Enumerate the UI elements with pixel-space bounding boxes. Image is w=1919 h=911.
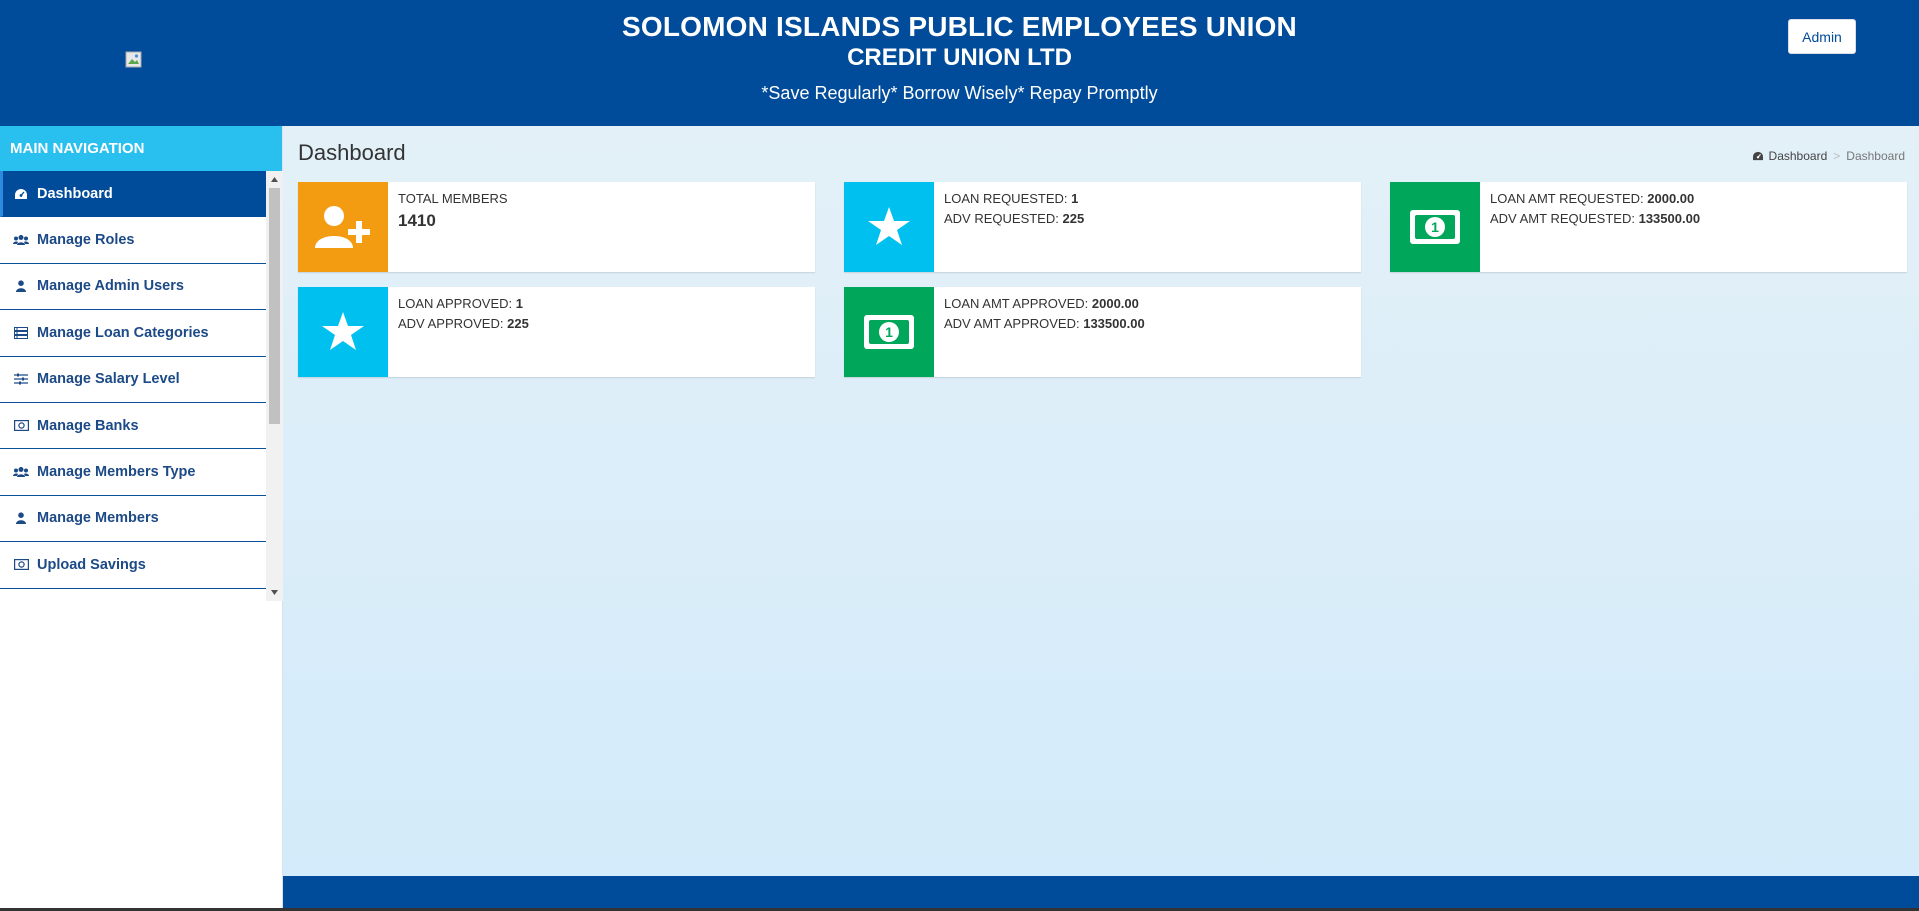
star-icon bbox=[298, 287, 388, 377]
star-icon bbox=[844, 182, 934, 272]
scroll-up-arrow-icon[interactable] bbox=[266, 171, 283, 188]
loan-approved-value: 1 bbox=[515, 296, 524, 311]
sidebar-item-manage-roles[interactable]: Manage Roles bbox=[0, 217, 266, 264]
money-icon bbox=[13, 418, 29, 434]
card-body: LOAN AMT APPROVED: 2000.00 ADV AMT APPRO… bbox=[934, 287, 1155, 377]
adv-requested-value: 225 bbox=[1062, 211, 1085, 226]
adv-amt-requested-label: ADV AMT REQUESTED: bbox=[1490, 211, 1635, 226]
sidebar-item-label: Manage Salary Level bbox=[37, 371, 180, 388]
sidebar-item-manage-admin-users[interactable]: Manage Admin Users bbox=[0, 264, 266, 311]
sidebar-scrollbar[interactable] bbox=[266, 171, 283, 601]
breadcrumb: Dashboard > Dashboard bbox=[1752, 149, 1905, 163]
sidebar: MAIN NAVIGATION Dashboard Manage Roles M… bbox=[0, 126, 283, 911]
card-body: LOAN APPROVED: 1 ADV APPROVED: 225 bbox=[388, 287, 539, 377]
adv-approved-value: 225 bbox=[507, 316, 529, 331]
loan-requested-label: LOAN REQUESTED: bbox=[944, 191, 1068, 206]
sidebar-item-manage-members-type[interactable]: Manage Members Type bbox=[0, 449, 266, 496]
sidebar-item-label: Dashboard bbox=[37, 185, 113, 202]
money-bill-icon: 1 bbox=[1390, 182, 1480, 272]
loan-requested-card: LOAN REQUESTED: 1 ADV REQUESTED: 225 bbox=[844, 182, 1361, 272]
server-icon bbox=[13, 325, 29, 341]
sidebar-item-manage-banks[interactable]: Manage Banks bbox=[0, 403, 266, 450]
users-icon bbox=[13, 232, 29, 248]
sidebar-item-label: Manage Roles bbox=[37, 232, 135, 249]
adv-requested-label: ADV REQUESTED: bbox=[944, 211, 1059, 226]
breadcrumb-home-link[interactable]: Dashboard bbox=[1752, 149, 1828, 163]
sidebar-item-dashboard[interactable]: Dashboard bbox=[0, 171, 266, 218]
adv-approved-label: ADV APPROVED: bbox=[398, 316, 504, 331]
loan-amt-requested-line: LOAN AMT REQUESTED: 2000.00 bbox=[1490, 189, 1700, 209]
org-title-line2: CREDIT UNION LTD bbox=[847, 44, 1072, 71]
sliders-icon bbox=[13, 371, 29, 387]
total-members-label: TOTAL MEMBERS bbox=[398, 191, 508, 206]
loan-amt-approved-card: 1 LOAN AMT APPROVED: 2000.00 ADV AMT APP… bbox=[844, 287, 1361, 377]
adv-approved-line: ADV APPROVED: 225 bbox=[398, 314, 529, 334]
loan-amt-approved-value: 2000.00 bbox=[1091, 296, 1139, 311]
title-block: SOLOMON ISLANDS PUBLIC EMPLOYEES UNION C… bbox=[0, 10, 1919, 104]
dashboard-icon bbox=[13, 186, 29, 202]
adv-requested-line: ADV REQUESTED: 225 bbox=[944, 209, 1084, 229]
breadcrumb-home-label: Dashboard bbox=[1768, 149, 1828, 163]
main-navigation-heading: MAIN NAVIGATION bbox=[0, 126, 282, 171]
sidebar-item-manage-loan-categories[interactable]: Manage Loan Categories bbox=[0, 310, 266, 357]
loan-amt-approved-label: LOAN AMT APPROVED: bbox=[944, 296, 1089, 311]
sidebar-item-label: Upload Savings bbox=[37, 556, 146, 573]
adv-amt-approved-line: ADV AMT APPROVED: 133500.00 bbox=[944, 314, 1145, 334]
loan-requested-value: 1 bbox=[1071, 191, 1079, 206]
total-members-value: 1410 bbox=[398, 211, 436, 230]
scroll-down-arrow-icon[interactable] bbox=[266, 584, 283, 601]
loan-approved-label: LOAN APPROVED: bbox=[398, 296, 513, 311]
scroll-thumb[interactable] bbox=[269, 188, 280, 424]
loan-amt-requested-card: 1 LOAN AMT REQUESTED: 2000.00 ADV AMT RE… bbox=[1390, 182, 1907, 272]
adv-amt-approved-value: 133500.00 bbox=[1083, 316, 1145, 331]
breadcrumb-separator: > bbox=[1833, 149, 1841, 163]
sidebar-item-label: Manage Banks bbox=[37, 417, 139, 434]
top-header: SOLOMON ISLANDS PUBLIC EMPLOYEES UNION C… bbox=[0, 0, 1919, 126]
total-members-card: TOTAL MEMBERS 1410 bbox=[298, 182, 815, 272]
svg-text:1: 1 bbox=[885, 324, 893, 340]
page-title: Dashboard bbox=[298, 140, 406, 165]
card-body: TOTAL MEMBERS 1410 bbox=[388, 182, 518, 272]
loan-requested-line: LOAN REQUESTED: 1 bbox=[944, 189, 1084, 209]
sidebar-item-label: Manage Admin Users bbox=[37, 278, 184, 295]
card-body: LOAN AMT REQUESTED: 2000.00 ADV AMT REQU… bbox=[1480, 182, 1710, 272]
svg-text:1: 1 bbox=[1431, 219, 1439, 235]
adv-amt-requested-value: 133500.00 bbox=[1638, 211, 1701, 226]
user-plus-icon bbox=[298, 182, 388, 272]
loan-amt-requested-label: LOAN AMT REQUESTED: bbox=[1490, 191, 1644, 206]
sidebar-item-manage-members[interactable]: Manage Members bbox=[0, 496, 266, 543]
user-icon bbox=[13, 510, 29, 526]
loan-approved-card: LOAN APPROVED: 1 ADV APPROVED: 225 bbox=[298, 287, 815, 377]
nav-list: Dashboard Manage Roles Manage Admin User… bbox=[0, 171, 266, 589]
money-bill-icon: 1 bbox=[844, 287, 934, 377]
adv-amt-requested-line: ADV AMT REQUESTED: 133500.00 bbox=[1490, 209, 1700, 229]
sidebar-item-upload-savings[interactable]: Upload Savings bbox=[0, 542, 266, 589]
sidebar-item-label: Manage Members bbox=[37, 510, 159, 527]
breadcrumb-current: Dashboard bbox=[1846, 149, 1905, 163]
sidebar-item-label: Manage Loan Categories bbox=[37, 324, 209, 341]
sidebar-item-label: Manage Members Type bbox=[37, 464, 196, 481]
page-footer bbox=[283, 876, 1919, 908]
tagline: *Save Regularly* Borrow Wisely* Repay Pr… bbox=[761, 83, 1158, 103]
org-title-line1: SOLOMON ISLANDS PUBLIC EMPLOYEES UNION bbox=[622, 11, 1297, 42]
adv-amt-approved-label: ADV AMT APPROVED: bbox=[944, 316, 1080, 331]
user-icon bbox=[13, 278, 29, 294]
dashboard-icon bbox=[1752, 151, 1763, 161]
main-content: Dashboard Dashboard > Dashboard TOTAL ME… bbox=[283, 126, 1919, 876]
card-body: LOAN REQUESTED: 1 ADV REQUESTED: 225 bbox=[934, 182, 1094, 272]
sidebar-item-manage-salary-level[interactable]: Manage Salary Level bbox=[0, 357, 266, 403]
money-icon bbox=[13, 557, 29, 573]
admin-button[interactable]: Admin bbox=[1788, 19, 1856, 54]
loan-amt-approved-line: LOAN AMT APPROVED: 2000.00 bbox=[944, 294, 1145, 314]
loan-approved-line: LOAN APPROVED: 1 bbox=[398, 294, 529, 314]
users-icon bbox=[13, 464, 29, 480]
nav-scroll-area: Dashboard Manage Roles Manage Admin User… bbox=[0, 171, 283, 601]
loan-amt-requested-value: 2000.00 bbox=[1647, 191, 1695, 206]
